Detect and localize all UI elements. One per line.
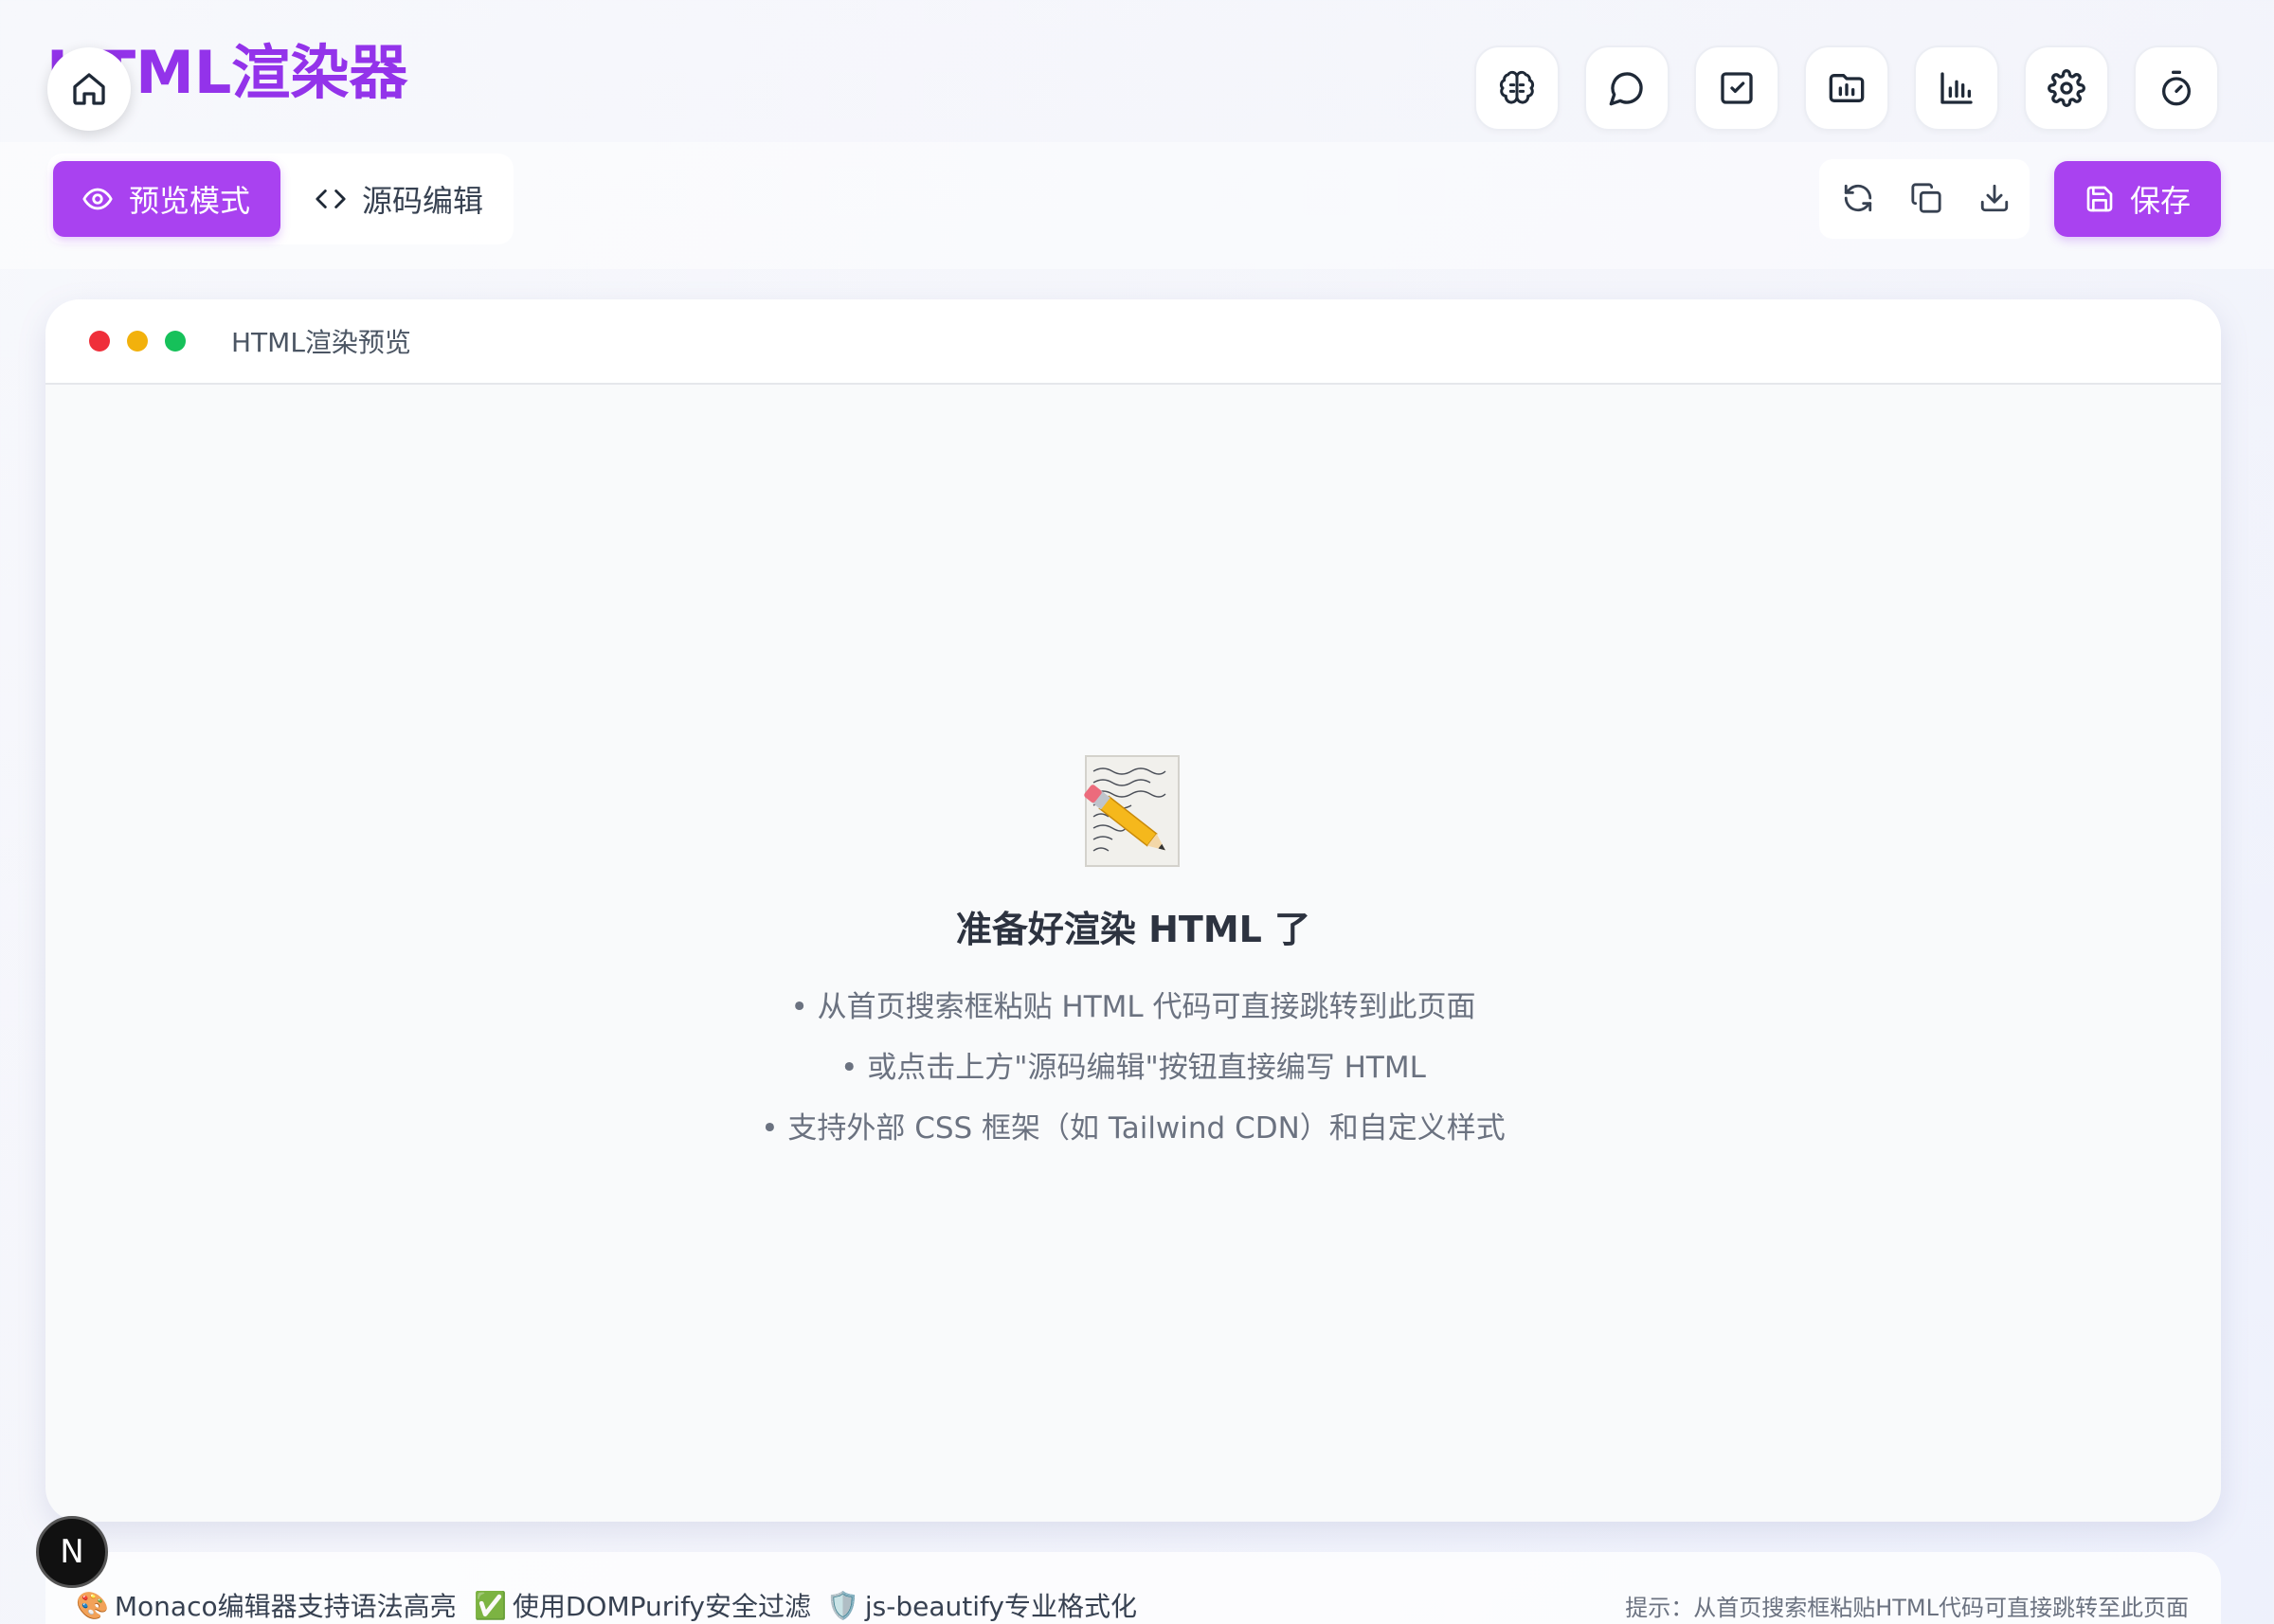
feature-label: Monaco编辑器支持语法高亮 [114,1591,457,1622]
window-dot-green [165,331,186,352]
copy-icon [1910,182,1942,214]
feature-dompurify: ✅ 使用DOMPurify安全过滤 [474,1586,811,1624]
source-edit-button[interactable]: 源码编辑 [286,161,514,237]
save-button[interactable]: 保存 [2054,161,2221,237]
folder-chart-icon [1828,69,1866,107]
preview-window: HTML渲染预览 准备好渲染 HTML 了 • 从首页搜索框粘贴 HTML 代码… [45,299,2221,1522]
download-icon [1978,182,2011,214]
checkbox-icon [1718,69,1756,107]
next-dev-badge[interactable]: N [36,1516,108,1588]
tip-item: • 或点击上方"源码编辑"按钮直接编写 HTML [840,1051,1426,1085]
gear-icon [2048,69,2085,107]
projects-button[interactable] [1804,45,1889,131]
tasks-button[interactable] [1694,45,1779,131]
timer-button[interactable] [2134,45,2219,131]
code-icon [315,183,347,215]
chat-bubble-icon [1608,69,1646,107]
tip-item: • 从首页搜索框粘贴 HTML 代码可直接跳转到此页面 [790,990,1476,1024]
refresh-icon [1842,182,1874,214]
feature-beautify: 🛡️ js-beautify专业格式化 [826,1586,1137,1624]
feature-monaco: 🎨 Monaco编辑器支持语法高亮 [76,1586,457,1624]
footer-hint: 提示：从首页搜索框粘贴HTML代码可直接跳转至此页面 [1625,1595,2189,1621]
home-button[interactable] [47,47,131,131]
source-edit-label: 源码编辑 [362,183,484,219]
eye-icon [81,183,114,215]
tips-list: • 从首页搜索框粘贴 HTML 代码可直接跳转到此页面 • 或点击上方"源码编辑… [45,977,2221,1159]
floppy-disk-icon [2084,184,2115,214]
preview-mode-button[interactable]: 预览模式 [53,161,280,237]
shield-icon: 🛡️ [826,1589,859,1621]
preview-window-header: HTML渲染预览 [45,299,2221,385]
save-label: 保存 [2129,183,2191,219]
settings-button[interactable] [2024,45,2109,131]
brain-icon [1498,69,1536,107]
palette-icon: 🎨 [76,1589,109,1621]
check-mark-icon: ✅ [474,1589,507,1621]
memo-icon [1084,754,1182,868]
window-dot-red [89,331,110,352]
feature-label: js-beautify专业格式化 [864,1591,1137,1622]
copy-button[interactable] [1895,167,1958,229]
refresh-button[interactable] [1827,167,1889,229]
preview-mode-label: 预览模式 [129,183,251,219]
feature-label: 使用DOMPurify安全过滤 [512,1591,811,1622]
brain-button[interactable] [1474,45,1560,131]
chat-button[interactable] [1584,45,1669,131]
preview-window-title: HTML渲染预览 [231,327,411,358]
empty-state-title: 准备好渲染 HTML 了 [955,909,1311,950]
download-button[interactable] [1963,167,2026,229]
timer-icon [2157,69,2195,107]
home-icon [70,70,108,108]
empty-state: 准备好渲染 HTML 了 • 从首页搜索框粘贴 HTML 代码可直接跳转到此页面… [45,754,2221,1159]
tip-item: • 支持外部 CSS 框架（如 Tailwind CDN）和自定义样式 [761,1111,1506,1146]
stats-button[interactable] [1914,45,1999,131]
window-dot-yellow [127,331,148,352]
bar-chart-icon [1938,69,1976,107]
